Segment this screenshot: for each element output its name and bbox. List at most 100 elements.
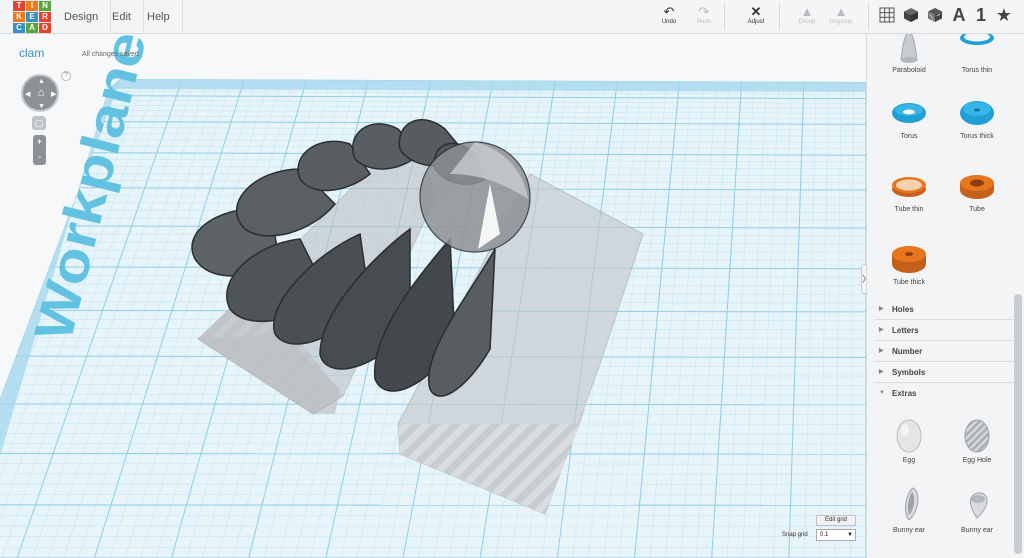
wireframe-cube-icon: [928, 8, 942, 22]
redo-label: Redo: [696, 19, 712, 25]
egg-icon: [896, 419, 922, 453]
tube-icon: [960, 175, 994, 199]
category-label: Number: [892, 347, 923, 356]
orbit-down-icon[interactable]: ▼: [38, 103, 45, 110]
shape-bunny-ear-alt[interactable]: Bunny ear: [947, 484, 1007, 534]
logo-letter: R: [39, 12, 51, 22]
shape-label: Torus: [900, 133, 918, 140]
torus-thick-icon: [960, 101, 994, 125]
fit-icon: ▢: [34, 118, 44, 128]
snap-grid-label: Snap grid: [782, 532, 808, 538]
shape-bunny-ear[interactable]: Bunny ear: [879, 484, 939, 534]
shape-label: Tube thick: [892, 279, 926, 286]
logo-letter: A: [26, 23, 38, 33]
category-label: Extras: [892, 389, 917, 398]
ungroup-icon: ▲: [834, 4, 848, 19]
save-status: All changes saved: [82, 51, 139, 58]
logo-letter: I: [26, 1, 38, 11]
chevron-right-icon: ▶: [879, 306, 884, 312]
shape-tube[interactable]: Tube: [947, 169, 1007, 213]
adjust-icon: ✕: [750, 4, 762, 19]
shape-torus[interactable]: Torus: [879, 96, 939, 140]
zoom-control: + -: [33, 135, 46, 165]
category-holes[interactable]: ▶ Holes: [874, 299, 1015, 320]
panel-scrollbar[interactable]: [1014, 294, 1022, 554]
egg-hole-icon: [964, 419, 990, 453]
category-letters[interactable]: ▶ Letters: [874, 320, 1015, 341]
ungroup-label: Ungroup: [829, 19, 853, 25]
toolbar-divider: [724, 4, 725, 30]
fit-view-button[interactable]: ▢: [32, 116, 46, 130]
adjust-label: Adjust: [747, 19, 765, 25]
letters-button[interactable]: A: [948, 4, 970, 26]
shape-tube-thick[interactable]: Tube thick: [879, 242, 939, 286]
logo-letter: N: [39, 1, 51, 11]
chevron-right-icon: ▶: [879, 369, 884, 375]
logo-letter: C: [13, 23, 25, 33]
zoom-in-button[interactable]: +: [33, 135, 46, 150]
chevron-down-icon: ▼: [847, 532, 853, 538]
shapes-panel: Paraboloid Torus thin Torus Torus thick …: [866, 34, 1024, 558]
shape-label: Egg Hole: [962, 457, 992, 464]
edit-grid-button[interactable]: Edit grid: [816, 515, 856, 526]
snap-grid-select[interactable]: 0.1 ▼: [816, 529, 856, 541]
tube-thick-icon: [892, 246, 926, 273]
orbit-up-icon[interactable]: ▲: [38, 78, 45, 85]
tinkercad-app: T I N K E R C A D Design Edit Help ↶ Und…: [0, 0, 1024, 558]
category-number[interactable]: ▶ Number: [874, 341, 1015, 362]
shape-torus-thin[interactable]: Torus thin: [947, 34, 1007, 74]
shape-label: Paraboloid: [892, 67, 926, 74]
orbit-control[interactable]: ▲ ▼ ◀ ▶ ⌂: [21, 74, 59, 112]
wireframe-view-button[interactable]: [924, 4, 946, 26]
category-label: Symbols: [892, 368, 926, 377]
zoom-out-button[interactable]: -: [33, 150, 46, 165]
grid-view-icon: [879, 7, 895, 23]
shape-paraboloid[interactable]: Paraboloid: [879, 34, 939, 74]
home-view-icon[interactable]: ⌂: [35, 87, 47, 99]
redo-icon: ↷: [698, 4, 710, 19]
bunny-ear-alt-icon: [970, 492, 988, 519]
redo-button[interactable]: ↷ Redo: [681, 4, 727, 30]
numbers-button[interactable]: 1: [970, 4, 992, 26]
toolbar-divider: [868, 4, 869, 30]
shape-tube-thin[interactable]: Tube thin: [879, 169, 939, 213]
category-label: Holes: [892, 305, 914, 314]
shape-label: Egg: [902, 457, 916, 464]
adjust-button[interactable]: ✕ Adjust: [733, 4, 779, 30]
top-toolbar: T I N K E R C A D Design Edit Help ↶ Und…: [0, 0, 1024, 34]
menu-help[interactable]: Help: [135, 0, 183, 34]
grid-view-button[interactable]: [876, 4, 898, 26]
category-symbols[interactable]: ▶ Symbols: [874, 362, 1015, 383]
tube-thin-icon: [892, 177, 926, 197]
shape-label: Torus thin: [961, 67, 993, 74]
torus-icon: [892, 103, 926, 123]
help-button[interactable]: ?: [61, 71, 71, 81]
category-label: Letters: [892, 326, 919, 335]
shape-label: Tube: [969, 206, 985, 213]
ungroup-button[interactable]: ▲ Ungroup: [818, 4, 864, 30]
logo-letter: K: [13, 12, 25, 22]
orbit-right-icon[interactable]: ▶: [51, 91, 56, 98]
favorites-button[interactable]: ★: [993, 4, 1015, 26]
logo-letter: T: [13, 1, 25, 11]
solid-view-button[interactable]: [900, 4, 922, 26]
shape-torus-thick[interactable]: Torus thick: [947, 96, 1007, 140]
tinkercad-logo[interactable]: T I N K E R C A D: [0, 0, 52, 34]
shape-egg[interactable]: Egg: [879, 414, 939, 464]
logo-letter: D: [39, 23, 51, 33]
shape-label: Bunny ear: [893, 527, 925, 534]
design-title[interactable]: clam: [19, 46, 44, 60]
category-extras[interactable]: ▼ Extras: [874, 383, 1015, 404]
shape-egg-hole[interactable]: Egg Hole: [947, 414, 1007, 464]
shape-label: Torus thick: [960, 133, 994, 140]
shape-label: Tube thin: [894, 206, 924, 213]
scene-canvas[interactable]: Workplane: [0, 34, 866, 558]
star-icon: ★: [995, 5, 1013, 25]
bunny-ear-icon: [905, 487, 919, 521]
orbit-left-icon[interactable]: ◀: [25, 91, 30, 98]
cube-icon: [904, 8, 918, 22]
chevron-right-icon: ▶: [879, 348, 884, 354]
3d-viewport[interactable]: Workplane clam All changes saved ▲ ▼ ◀ ▶…: [0, 34, 866, 558]
toolbar-divider: [779, 4, 780, 30]
chevron-right-icon: ▶: [879, 327, 884, 333]
